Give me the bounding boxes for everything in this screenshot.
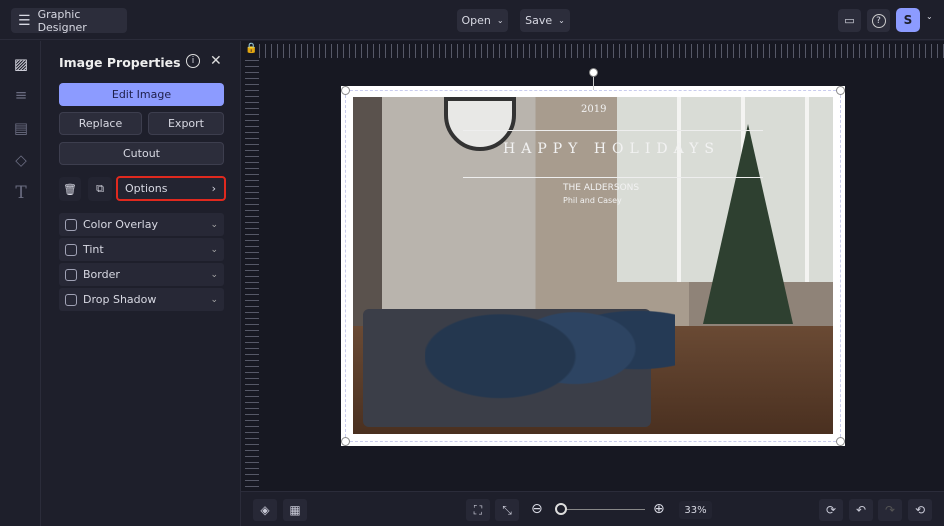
info-icon[interactable]: i: [186, 54, 200, 68]
export-button[interactable]: Export: [148, 112, 224, 135]
resize-handle-tl[interactable]: [341, 86, 350, 95]
rotate-handle[interactable]: [589, 68, 598, 77]
bottom-toolbar: ◈ ▦ ⛶ ⤡ ⊖ ⊕ 33% ⟳ ↶ ↷ ⟲: [241, 491, 944, 526]
color-overlay-accordion[interactable]: Color Overlay ⌄: [59, 213, 224, 236]
zoom-level-text: 33%: [684, 504, 707, 516]
refresh-button[interactable]: ⟳: [819, 499, 843, 521]
accordion-label: Color Overlay: [83, 218, 158, 231]
zoom-slider-thumb[interactable]: [555, 503, 567, 515]
top-bar: ☰ Graphic Designer Open ⌄ Save ⌄ ▭ ? S ⌄: [0, 0, 944, 40]
grid-icon: ▦: [289, 503, 301, 517]
app-menu-button[interactable]: ☰ Graphic Designer: [11, 7, 127, 34]
replace-button[interactable]: Replace: [59, 112, 142, 135]
edit-image-button[interactable]: Edit Image: [59, 83, 224, 106]
zoom-level[interactable]: 33%: [679, 501, 712, 519]
layers-icon: ◈: [260, 503, 270, 517]
text-icon[interactable]: T: [11, 183, 31, 203]
help-button[interactable]: ?: [867, 9, 890, 32]
layout-icon[interactable]: ▤: [11, 118, 31, 138]
history-icon: ⟲: [914, 503, 926, 517]
duplicate-icon: ⧉: [96, 182, 104, 195]
panel-title: Image Properties: [59, 55, 181, 70]
shapes-icon[interactable]: ◇: [11, 150, 31, 170]
accordion-label: Tint: [83, 243, 104, 256]
open-button[interactable]: Open ⌄: [457, 9, 508, 32]
avatar[interactable]: S: [896, 8, 920, 32]
chevron-down-icon: ⌄: [210, 219, 218, 230]
comment-icon: ▭: [844, 14, 855, 27]
expand-icon: ⛶: [473, 502, 483, 517]
undo-icon: ↶: [855, 503, 867, 517]
color-overlay-checkbox[interactable]: [65, 218, 77, 231]
options-label: Options: [125, 182, 168, 195]
ruler-lock-icon[interactable]: 🔒: [245, 43, 257, 54]
chevron-down-icon: ⌄: [210, 294, 218, 305]
selection-frame[interactable]: [345, 90, 841, 442]
replace-label: Replace: [78, 117, 123, 130]
fit-screen-button[interactable]: ⛶: [466, 499, 490, 521]
resize-handle-bl[interactable]: [341, 437, 350, 446]
image-icon[interactable]: ▨: [11, 54, 31, 74]
redo-icon: ↷: [884, 503, 896, 517]
tint-checkbox[interactable]: [65, 243, 77, 256]
hamburger-icon: ☰: [18, 12, 31, 29]
chevron-right-icon: ›: [211, 182, 216, 195]
zoom-out-icon[interactable]: ⊖: [531, 501, 543, 517]
adjustments-icon[interactable]: ≡: [11, 85, 31, 105]
history-button[interactable]: ⟲: [908, 499, 932, 521]
help-icon: ?: [871, 13, 886, 28]
border-accordion[interactable]: Border ⌄: [59, 263, 224, 286]
redo-button[interactable]: ↷: [878, 499, 902, 521]
cutout-label: Cutout: [123, 147, 160, 160]
zoom-slider-track[interactable]: [559, 509, 645, 510]
cutout-button[interactable]: Cutout: [59, 142, 224, 165]
resize-handle-tr[interactable]: [836, 86, 845, 95]
export-label: Export: [167, 117, 204, 130]
tool-rail: ▨ ≡ ▤ ◇ T: [0, 41, 41, 526]
chevron-down-icon: ⌄: [210, 244, 218, 255]
comments-button[interactable]: ▭: [838, 9, 861, 32]
trash-icon: 🗑: [63, 182, 77, 196]
grid-button[interactable]: ▦: [283, 499, 307, 521]
layers-button[interactable]: ◈: [253, 499, 277, 521]
shrink-icon: ⤡: [502, 502, 512, 517]
close-icon[interactable]: ✕: [210, 53, 222, 69]
accordion-label: Border: [83, 268, 120, 281]
duplicate-button[interactable]: ⧉: [88, 177, 112, 201]
undo-button[interactable]: ↶: [849, 499, 873, 521]
options-button[interactable]: Options ›: [116, 176, 226, 201]
open-label: Open: [461, 14, 491, 27]
save-label: Save: [525, 14, 553, 27]
drop-shadow-checkbox[interactable]: [65, 293, 77, 306]
chevron-down-icon: ⌄: [210, 269, 218, 280]
vertical-ruler: [245, 60, 259, 490]
chevron-down-icon: ⌄: [558, 16, 565, 25]
accordion-label: Drop Shadow: [83, 293, 157, 306]
zoom-in-icon[interactable]: ⊕: [653, 501, 665, 517]
avatar-initial: S: [903, 13, 913, 27]
horizontal-ruler: [259, 44, 944, 58]
shrink-button[interactable]: ⤡: [495, 499, 519, 521]
chevron-down-icon: ⌄: [496, 16, 504, 25]
save-button[interactable]: Save ⌄: [520, 9, 570, 32]
border-checkbox[interactable]: [65, 268, 77, 281]
account-chevron-icon[interactable]: ⌄: [926, 12, 933, 21]
refresh-icon: ⟳: [825, 503, 837, 517]
delete-button[interactable]: 🗑: [59, 177, 81, 201]
drop-shadow-accordion[interactable]: Drop Shadow ⌄: [59, 288, 224, 311]
resize-handle-br[interactable]: [836, 437, 845, 446]
tint-accordion[interactable]: Tint ⌄: [59, 238, 224, 261]
edit-image-label: Edit Image: [111, 88, 172, 101]
app-title: Graphic Designer: [37, 7, 87, 34]
